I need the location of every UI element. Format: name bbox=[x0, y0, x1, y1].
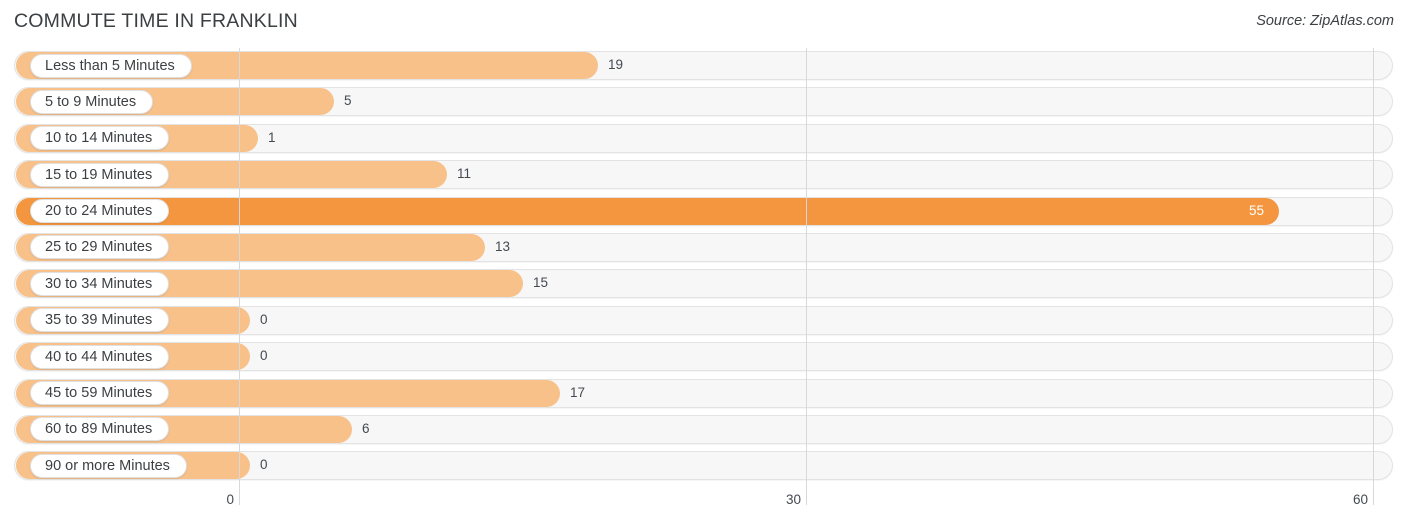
chart-row[interactable]: 20 to 24 Minutes 55 bbox=[0, 194, 1406, 230]
category-label: 45 to 59 Minutes bbox=[30, 381, 170, 406]
category-label: 25 to 29 Minutes bbox=[30, 235, 170, 260]
bar-fill[interactable] bbox=[16, 197, 1279, 225]
category-label: Less than 5 Minutes bbox=[30, 53, 192, 78]
chart-row[interactable]: 30 to 34 Minutes 15 bbox=[0, 266, 1406, 302]
chart-row[interactable]: 90 or more Minutes 0 bbox=[0, 448, 1406, 484]
plot-area: Less than 5 Minutes 19 5 to 9 Minutes 5 10 t… bbox=[0, 48, 1406, 488]
axis-tick-label: 0 bbox=[226, 492, 234, 507]
chart-row[interactable]: Less than 5 Minutes 19 bbox=[0, 48, 1406, 84]
bar-value-label: 0 bbox=[260, 457, 268, 473]
bar-rows: Less than 5 Minutes 19 5 to 9 Minutes 5 10 t… bbox=[0, 48, 1406, 485]
chart-row[interactable]: 60 to 89 Minutes 6 bbox=[0, 412, 1406, 448]
source-attribution: Source: ZipAtlas.com bbox=[1256, 13, 1394, 29]
bar-value-label: 6 bbox=[362, 420, 370, 436]
chart-row[interactable]: 35 to 39 Minutes 0 bbox=[0, 303, 1406, 339]
category-label: 60 to 89 Minutes bbox=[30, 417, 170, 442]
category-label: 10 to 14 Minutes bbox=[30, 126, 170, 151]
bar-value-label: 15 bbox=[533, 275, 549, 291]
page-title: COMMUTE TIME IN FRANKLIN bbox=[14, 10, 298, 32]
category-label: 20 to 24 Minutes bbox=[30, 199, 170, 224]
x-axis: 0 30 60 bbox=[0, 488, 1406, 523]
category-label: 35 to 39 Minutes bbox=[30, 308, 170, 333]
axis-tick-mark bbox=[806, 488, 807, 505]
bar-value-label: 0 bbox=[260, 348, 268, 364]
chart-page: COMMUTE TIME IN FRANKLIN Source: ZipAtla… bbox=[0, 0, 1406, 523]
bar-value-label: 17 bbox=[570, 384, 586, 400]
category-label: 30 to 34 Minutes bbox=[30, 271, 170, 296]
bar-value-label: 0 bbox=[260, 311, 268, 327]
bar-value-label: 5 bbox=[344, 93, 352, 109]
chart-row[interactable]: 15 to 19 Minutes 11 bbox=[0, 157, 1406, 193]
bar-value-label: 13 bbox=[495, 238, 511, 254]
bar-value-label: 55 bbox=[1249, 202, 1265, 218]
axis-tick-label: 30 bbox=[785, 492, 801, 507]
category-label: 15 to 19 Minutes bbox=[30, 162, 170, 187]
category-label: 5 to 9 Minutes bbox=[30, 89, 154, 114]
chart-row[interactable]: 10 to 14 Minutes 1 bbox=[0, 121, 1406, 157]
axis-tick-mark bbox=[1373, 488, 1374, 505]
chart-row[interactable]: 40 to 44 Minutes 0 bbox=[0, 339, 1406, 375]
chart-row[interactable]: 45 to 59 Minutes 17 bbox=[0, 376, 1406, 412]
axis-tick-mark bbox=[239, 488, 240, 505]
chart-row[interactable]: 5 to 9 Minutes 5 bbox=[0, 84, 1406, 120]
category-label: 90 or more Minutes bbox=[30, 453, 187, 478]
bar-value-label: 19 bbox=[608, 57, 624, 72]
bar-value-label: 11 bbox=[457, 166, 472, 182]
axis-tick-label: 60 bbox=[1352, 492, 1368, 507]
chart-row[interactable]: 25 to 29 Minutes 13 bbox=[0, 230, 1406, 266]
category-label: 40 to 44 Minutes bbox=[30, 344, 170, 369]
bar-value-label: 1 bbox=[268, 129, 276, 145]
